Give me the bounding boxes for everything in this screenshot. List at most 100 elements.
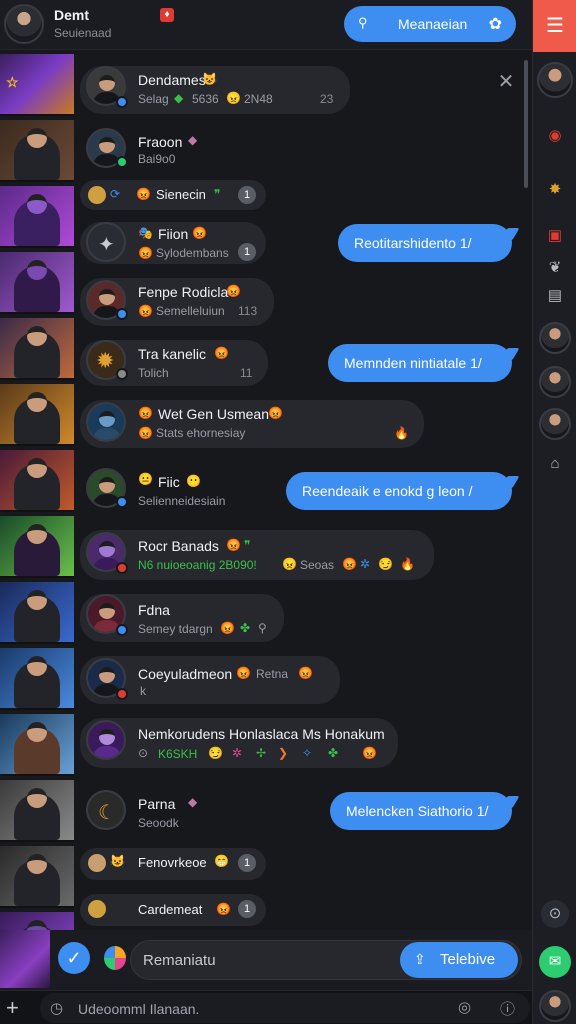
thumbnail-strip: ☆ xyxy=(0,54,74,984)
reply-bubble[interactable]: Reotitarshidento 1/ xyxy=(338,224,512,262)
chat-message: Bai9o0 xyxy=(138,152,176,166)
chat-message: Semelleluiun xyxy=(156,304,225,318)
verified-badge xyxy=(116,96,128,108)
bottom-input-text: Udeoomml Ilanaan. xyxy=(78,1001,200,1017)
game-logo: ☆ xyxy=(6,74,19,90)
emoji-icon: 😡 xyxy=(342,557,357,571)
flame-icon[interactable]: ✸ xyxy=(541,176,569,204)
chat-message: Tolich xyxy=(138,366,169,380)
record-icon[interactable]: ⊙ xyxy=(541,900,569,928)
chat-bubble-icon[interactable]: ✉ xyxy=(539,946,571,978)
emoji-icon: 😐 xyxy=(138,472,153,486)
chat-name: Tra kanelic xyxy=(138,346,206,362)
avatar xyxy=(86,898,108,920)
chat-time: 113 xyxy=(238,304,258,318)
live-badge xyxy=(116,688,128,700)
compose-icon: ✿ xyxy=(488,16,502,33)
emoji-icon: 🔥 xyxy=(394,426,409,440)
rail-avatar[interactable] xyxy=(539,408,571,440)
rail-avatar[interactable] xyxy=(539,990,571,1022)
thumbnail[interactable] xyxy=(0,450,74,512)
thumbnail[interactable] xyxy=(0,120,74,182)
emoji-icon: 😡 xyxy=(268,406,283,420)
scrollbar[interactable] xyxy=(524,60,528,188)
chat-name: Dendames xyxy=(138,72,206,88)
emoji-icon: 😡 xyxy=(236,666,251,680)
profile-avatar[interactable] xyxy=(4,4,44,44)
close-icon[interactable]: ✕ xyxy=(496,72,516,92)
emoji-icon: 😡 xyxy=(226,538,241,552)
thumbnail[interactable]: ☆ xyxy=(0,54,74,116)
chat-name: Fenpe Rodicla xyxy=(138,284,229,300)
emoji-icon: 😡 xyxy=(136,187,151,201)
send-button[interactable]: ⇪ Telebive xyxy=(400,942,518,978)
thumbnail[interactable] xyxy=(0,930,50,988)
rail-avatar[interactable] xyxy=(539,366,571,398)
emoji-icon: 😺 xyxy=(202,72,217,86)
leaf-icon[interactable]: ❦ xyxy=(541,254,569,282)
rail-avatar[interactable] xyxy=(537,62,573,98)
chat-name: Nemkorudens Honlaslaca Ms Honakum xyxy=(138,726,385,742)
menu-icon[interactable]: ☰ xyxy=(533,0,576,52)
chat-name: Fenovrkeoe xyxy=(138,855,207,870)
emoji-icon: 🔥 xyxy=(400,557,415,571)
check-icon[interactable]: ✓ xyxy=(58,942,90,974)
camera-icon[interactable]: ⌂ xyxy=(541,450,569,478)
rail-avatar[interactable] xyxy=(539,322,571,354)
thumbnail[interactable] xyxy=(0,186,74,248)
avatar xyxy=(86,852,108,874)
chat-name: Fiic xyxy=(158,474,180,490)
thumbnail[interactable] xyxy=(0,714,74,776)
emoji-picker-icon[interactable] xyxy=(104,946,126,970)
thumbnail[interactable] xyxy=(0,384,74,446)
emoji-icon: 😠 xyxy=(226,91,241,105)
plus-icon[interactable]: + xyxy=(6,995,19,1021)
emoji-icon: 😡 xyxy=(138,426,153,440)
bottom-input[interactable]: ◷ Udeoomml Ilanaan. ◎ ⓘ xyxy=(40,993,530,1023)
video-icon[interactable]: ▣ xyxy=(541,222,569,250)
emoji-icon: 😡 xyxy=(138,246,153,260)
emoji-icon: 😡 xyxy=(226,284,241,298)
gem-icon: ◆ xyxy=(188,795,198,809)
reply-bubble[interactable]: Melencken Siathorio 1/ xyxy=(330,792,512,830)
chat-name: Fiion xyxy=(158,226,189,242)
emoji-icon: ❯ xyxy=(278,746,289,760)
chat-message: Stats ehornesiay xyxy=(156,426,246,440)
chat-name: Fdna xyxy=(138,602,170,618)
emoji-icon: ✤ xyxy=(328,746,339,760)
send-label: Telebive xyxy=(440,951,496,968)
thumbnail[interactable] xyxy=(0,252,74,314)
emoji-icon: ✤ xyxy=(240,621,251,635)
notification-icon[interactable]: ♦ xyxy=(160,8,174,22)
chat-time: 23 xyxy=(320,92,334,106)
reply-bubble[interactable]: Reendeaik e enokd g leon / xyxy=(286,472,512,510)
reply-bubble[interactable]: Memnden nintiatale 1/ xyxy=(328,344,512,382)
info-icon[interactable]: ⓘ xyxy=(500,998,515,1019)
avatar: ✦ xyxy=(86,222,126,262)
emoji-icon: ⚲ xyxy=(258,621,267,635)
clock-icon: ◷ xyxy=(50,1000,64,1017)
thumbnail[interactable] xyxy=(0,648,74,710)
clipboard-icon[interactable]: ▤ xyxy=(541,282,569,310)
chat-message: K6SKH xyxy=(158,747,198,761)
emoji-icon: 😏 xyxy=(378,557,393,571)
chat-item[interactable] xyxy=(80,530,434,580)
thumbnail[interactable] xyxy=(0,516,74,578)
emoji-icon: 🎭 xyxy=(138,226,153,240)
emoji-icon: ✲ xyxy=(360,557,371,571)
share-icon[interactable]: ◎ xyxy=(458,998,471,1016)
thumbnail[interactable] xyxy=(0,846,74,908)
emoji-icon: ❞ xyxy=(214,187,221,201)
emoji-icon: ✧ xyxy=(302,746,313,760)
record-icon[interactable]: ◉ xyxy=(541,122,569,150)
chat-name: Fraoon xyxy=(138,134,183,150)
chat-name: Rocr Banads xyxy=(138,538,219,554)
message-input-text: Remaniatu xyxy=(143,952,216,969)
header-action-button[interactable]: ⚲ Meanaeian ✿ xyxy=(344,6,516,42)
emoji-icon: 😡 xyxy=(298,666,313,680)
thumbnail[interactable] xyxy=(0,582,74,644)
verified-badge xyxy=(116,496,128,508)
thumbnail[interactable] xyxy=(0,318,74,380)
thumbnail[interactable] xyxy=(0,780,74,842)
online-badge xyxy=(116,156,128,168)
